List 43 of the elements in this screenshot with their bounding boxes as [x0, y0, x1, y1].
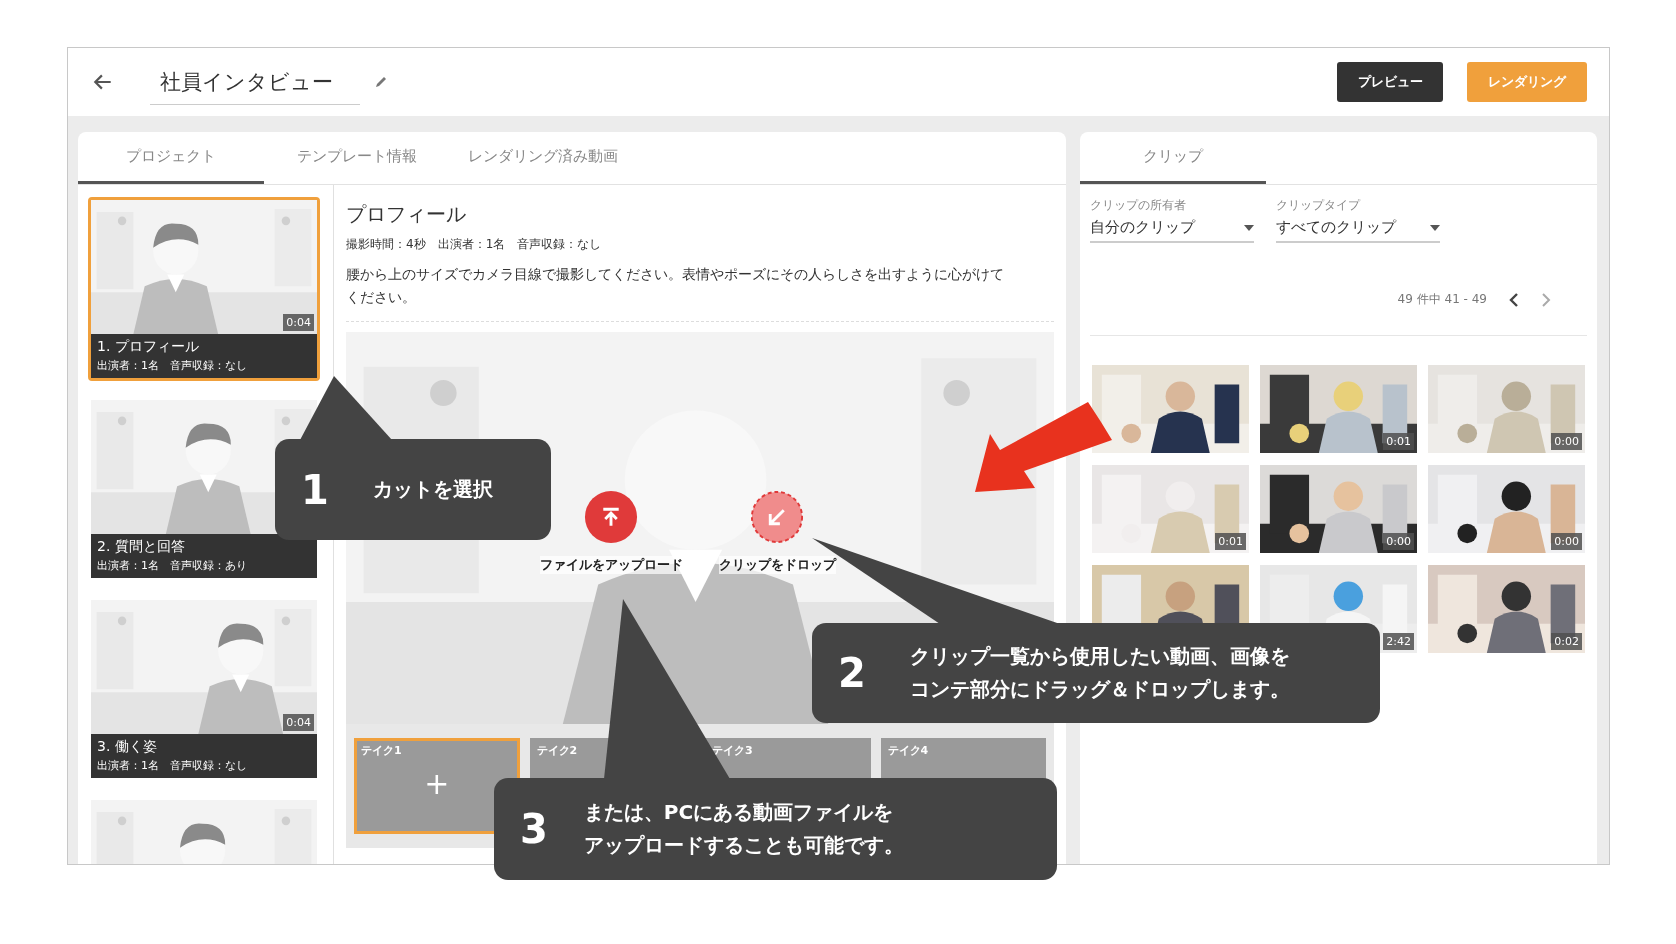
duration-label: 0:02 — [1551, 633, 1582, 650]
upload-icon[interactable] — [584, 490, 638, 544]
scene-meta: 撮影時間：4秒 出演者：1名 音声収録：なし — [346, 236, 603, 253]
tab[interactable]: テンプレート情報 — [264, 132, 450, 184]
pagination-text: 49 件中 41 - 49 — [1397, 291, 1487, 308]
duration-label: 0:04 — [283, 314, 314, 331]
action-label[interactable]: ファイルをアップロード — [539, 556, 683, 574]
preview-button[interactable]: プレビュー — [1337, 62, 1443, 102]
drop-icon[interactable] — [750, 490, 804, 544]
scene-meta: 出演者：1名 音声収録：あり — [97, 558, 248, 573]
tab[interactable]: プロジェクト — [78, 132, 264, 184]
step-number: 3 — [519, 806, 549, 852]
scene-title: 3. 働く姿 — [97, 738, 158, 756]
tab[interactable]: クリップ — [1080, 132, 1266, 184]
scene-heading: プロフィール — [346, 201, 467, 228]
scene-description: 腰から上のサイズでカメラ目線で撮影してください。表情やポーズにその人らしさを出すように心がけてください。 — [346, 263, 1054, 322]
scene-title: 2. 質問と回答 — [97, 538, 186, 556]
callout-text: または、PCにある動画ファイルを アップロードすることも可能です。 — [582, 799, 904, 859]
dropdown-field[interactable]: クリップの所有者 自分のクリップ — [1090, 197, 1254, 243]
duration-label: 0:04 — [283, 714, 314, 731]
scene-title: 1. プロフィール — [97, 338, 200, 356]
pencil-icon[interactable] — [374, 75, 388, 89]
scene-card[interactable]: 0:04 3. 働く姿 出演者：1名 音声収録：なし — [88, 597, 320, 781]
duration-label: 0:01 — [1383, 433, 1414, 450]
callout-text: クリップ一覧から使用したい動画、画像を コンテ部分にドラッグ＆ドロップします。 — [908, 643, 1290, 703]
duration-label: 0:00 — [1551, 433, 1582, 450]
dropdown-field[interactable]: クリップタイプ すべてのクリップ — [1276, 197, 1440, 243]
title-field[interactable]: 社員インタビュー — [150, 59, 360, 105]
step-number: 2 — [837, 650, 867, 696]
duration-label: 2:42 — [1383, 633, 1414, 650]
callout-text: カットを選択 — [371, 476, 493, 503]
previous-page-icon[interactable] — [1509, 291, 1519, 308]
arrow-icon — [975, 402, 1112, 492]
caret-icon[interactable] — [1244, 224, 1254, 231]
caret-icon[interactable] — [1430, 224, 1440, 231]
action-label[interactable]: クリップをドロップ — [718, 556, 836, 574]
duration-label: 0:00 — [1551, 533, 1582, 550]
duration-label: 0:00 — [1383, 533, 1414, 550]
scene-card[interactable]: 0:04 1. プロフィール 出演者：1名 音声収録：なし — [88, 197, 320, 381]
duration-label: 0:01 — [1215, 533, 1246, 550]
scene-meta: 出演者：1名 音声収録：なし — [97, 358, 248, 373]
tab[interactable]: レンダリング済み動画 — [450, 132, 636, 184]
scene-meta: 出演者：1名 音声収録：なし — [97, 758, 248, 773]
